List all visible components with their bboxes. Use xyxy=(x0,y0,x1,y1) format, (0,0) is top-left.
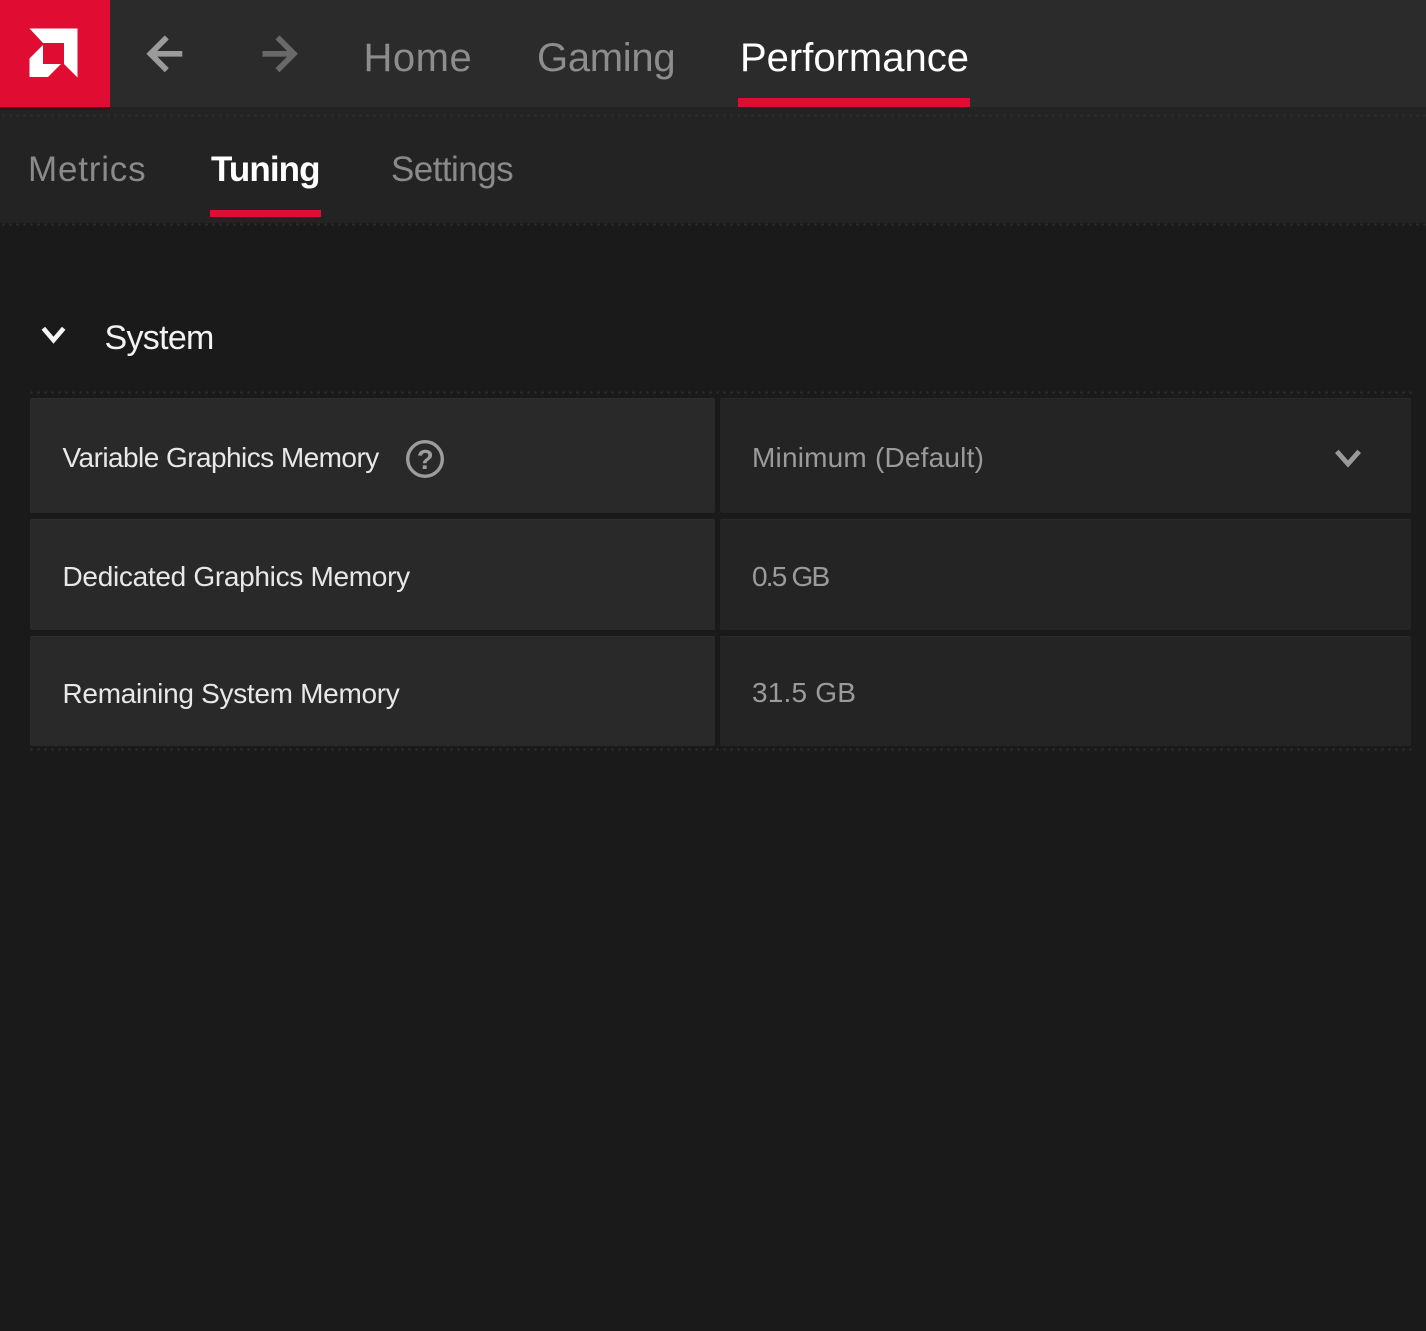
svg-text:?: ? xyxy=(417,444,433,475)
